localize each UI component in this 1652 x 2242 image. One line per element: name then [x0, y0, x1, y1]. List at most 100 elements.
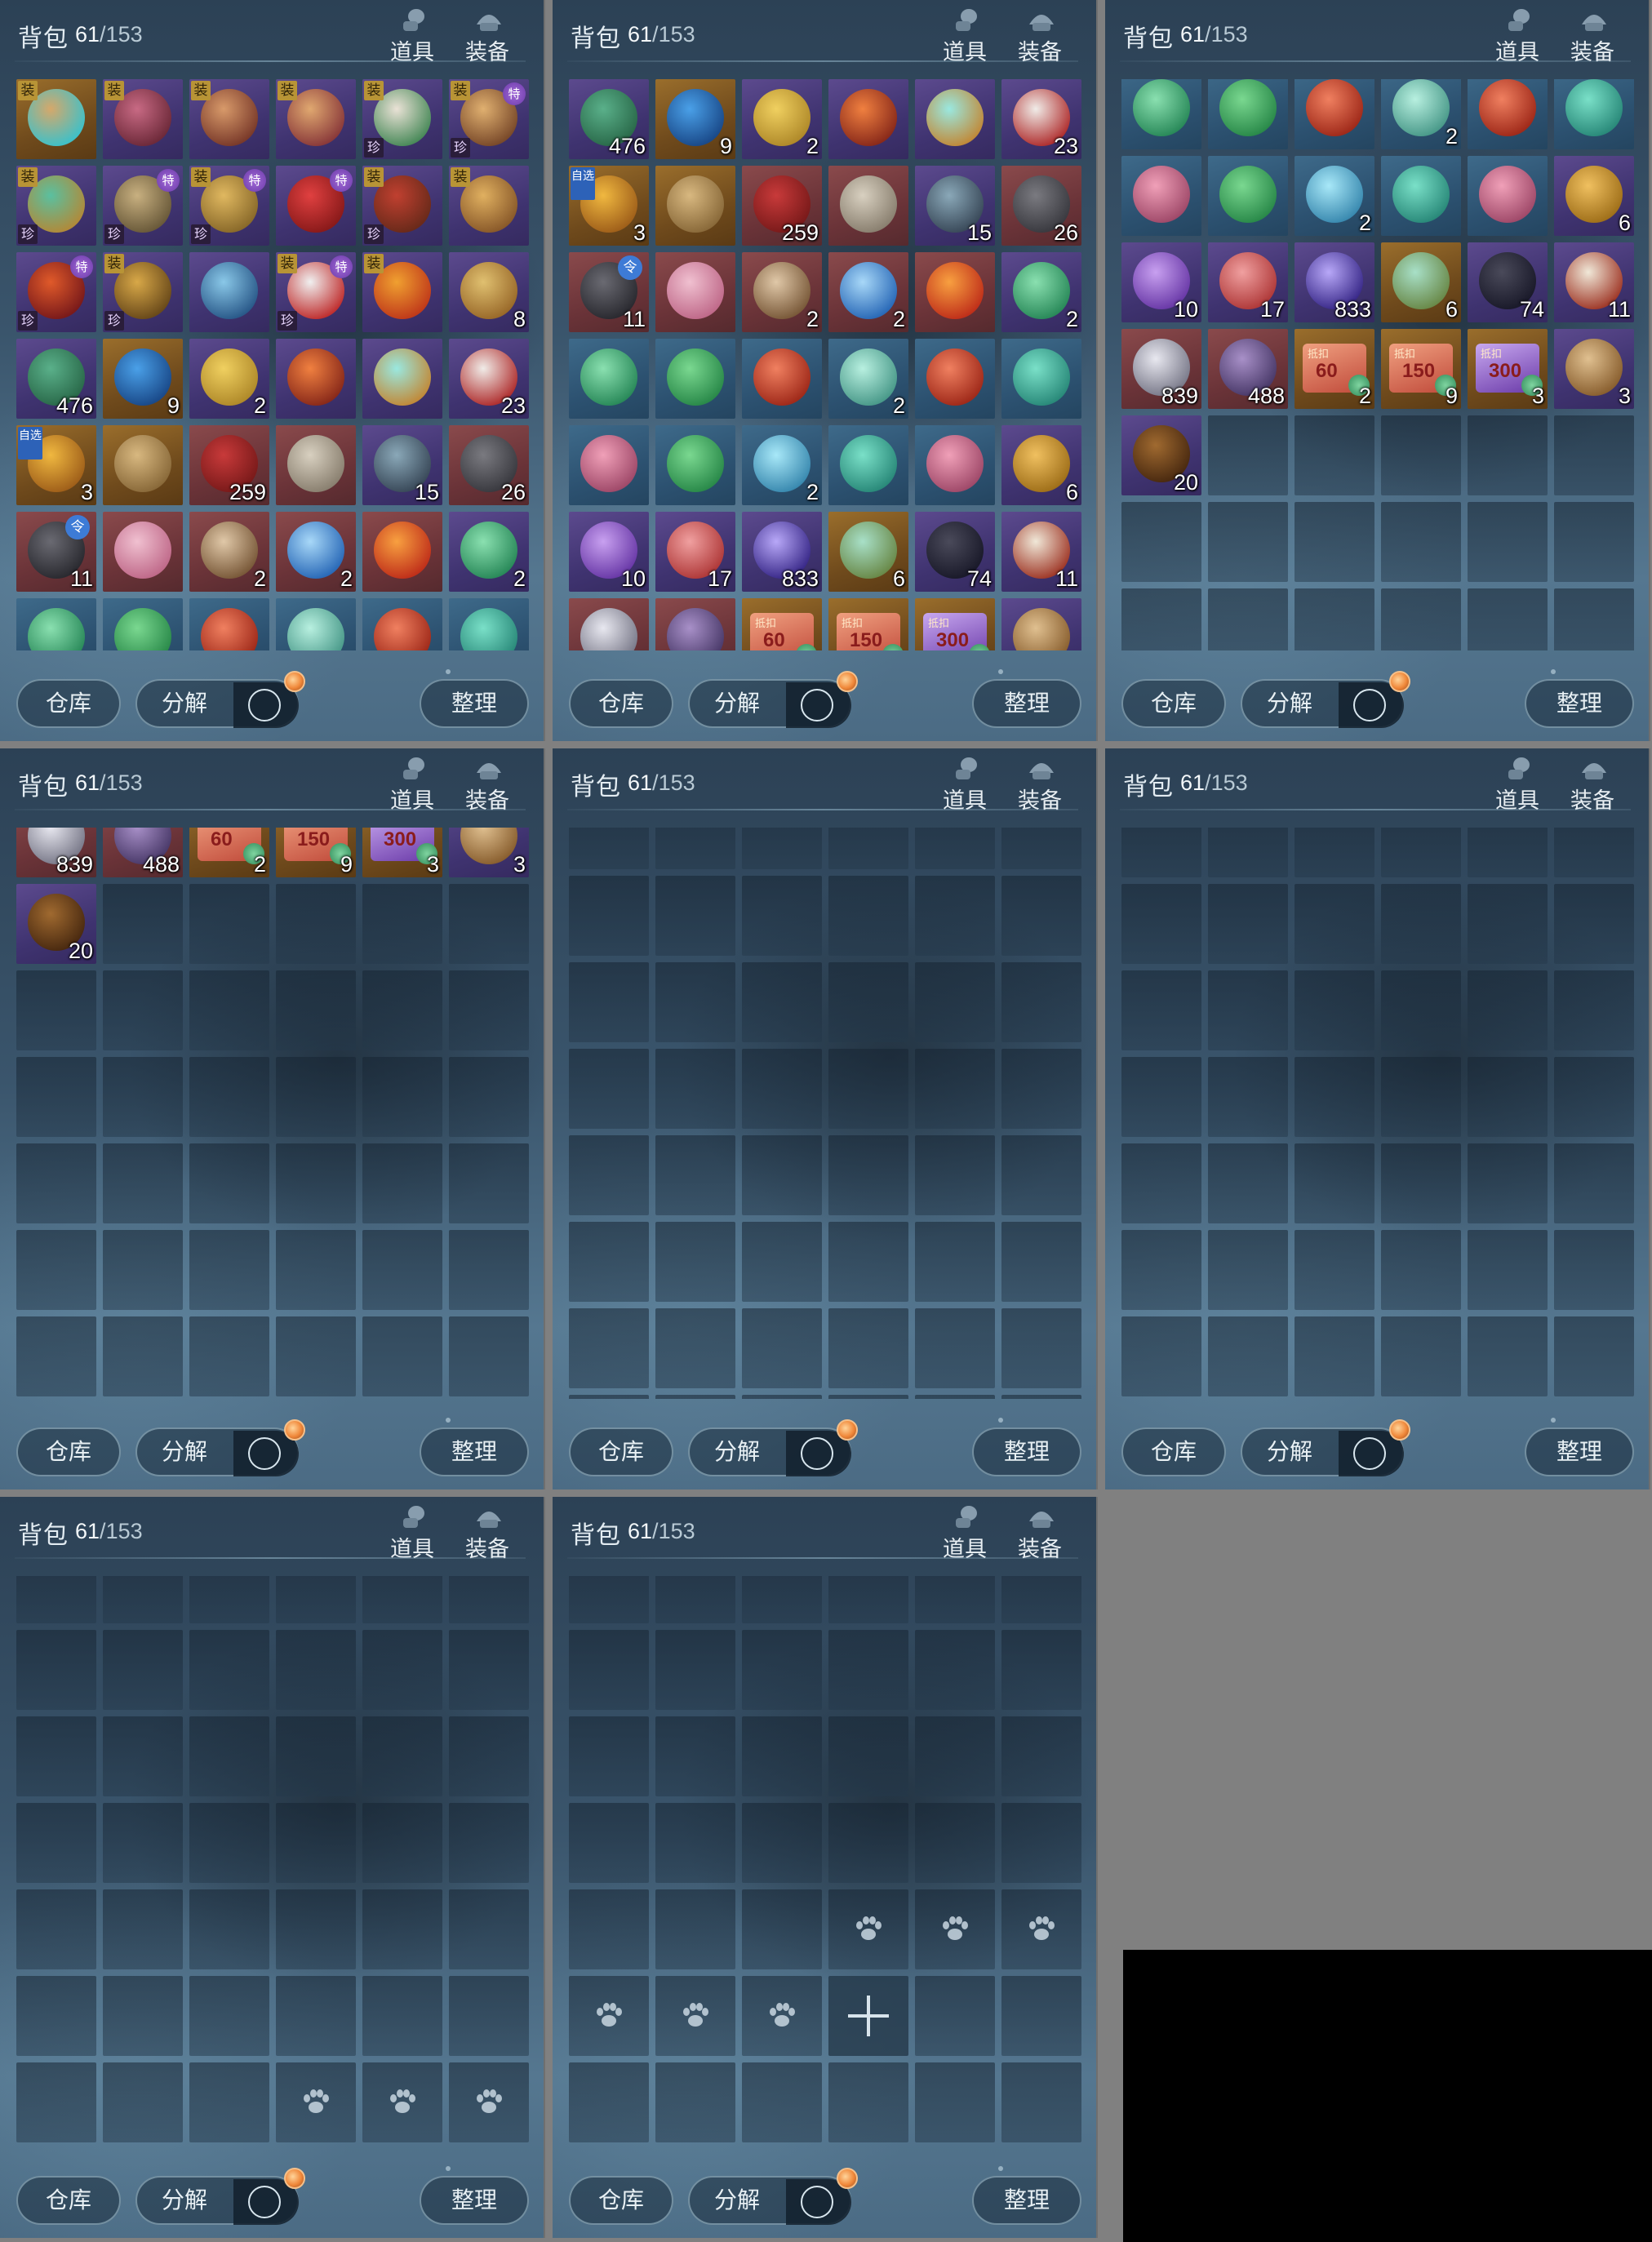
pet-slot[interactable]	[1001, 1889, 1081, 1969]
inventory-item[interactable]: 抵扣3003	[1468, 329, 1548, 409]
empty-slot[interactable]	[1121, 1230, 1201, 1310]
inventory-item[interactable]: 装	[449, 166, 529, 246]
empty-slot[interactable]	[828, 1630, 908, 1710]
empty-slot[interactable]	[915, 1308, 995, 1388]
empty-slot[interactable]	[189, 1716, 269, 1796]
empty-slot[interactable]	[362, 1057, 442, 1137]
inventory-item[interactable]: 11	[1001, 512, 1081, 592]
empty-slot[interactable]	[1001, 1803, 1081, 1883]
empty-slot[interactable]	[1295, 502, 1374, 582]
inventory-item[interactable]	[189, 252, 269, 332]
pet-slot[interactable]	[362, 2062, 442, 2142]
inventory-item[interactable]: 10	[1121, 242, 1201, 322]
empty-slot[interactable]	[103, 970, 183, 1050]
empty-slot[interactable]	[915, 962, 995, 1042]
empty-slot[interactable]	[1554, 415, 1634, 495]
inventory-item[interactable]: 2	[189, 339, 269, 419]
decompose-button[interactable]: 分解	[135, 671, 305, 728]
empty-slot[interactable]	[1208, 415, 1288, 495]
auto-decompose-toggle[interactable]	[786, 671, 858, 728]
empty-slot[interactable]	[1208, 588, 1288, 650]
empty-slot[interactable]	[915, 1049, 995, 1129]
empty-slot[interactable]	[16, 2062, 96, 2142]
empty-slot[interactable]	[1381, 828, 1461, 877]
empty-slot[interactable]	[915, 1716, 995, 1796]
empty-slot[interactable]	[655, 1222, 735, 1302]
empty-slot[interactable]	[742, 1889, 822, 1969]
inventory-item[interactable]: 476	[16, 339, 96, 419]
inventory-item[interactable]: 2	[1295, 156, 1374, 236]
add-slot-button[interactable]	[828, 1976, 908, 2056]
empty-slot[interactable]	[742, 1135, 822, 1215]
inventory-item[interactable]: 26	[1001, 166, 1081, 246]
pet-slot[interactable]	[276, 2062, 356, 2142]
pet-slot[interactable]	[915, 1889, 995, 1969]
inventory-item[interactable]	[655, 252, 735, 332]
inventory-item[interactable]: 2	[742, 425, 822, 505]
inventory-item[interactable]	[1295, 79, 1374, 149]
empty-slot[interactable]	[1554, 1143, 1634, 1223]
empty-slot[interactable]	[915, 1803, 995, 1883]
sort-button[interactable]: 整理	[972, 679, 1081, 728]
inventory-item[interactable]: 装珍	[16, 166, 96, 246]
tab-equipment[interactable]: 装备	[1567, 5, 1618, 65]
empty-slot[interactable]	[742, 1576, 822, 1623]
empty-slot[interactable]	[655, 2062, 735, 2142]
warehouse-button[interactable]: 仓库	[569, 1427, 673, 1476]
empty-slot[interactable]	[1001, 1308, 1081, 1388]
warehouse-button[interactable]: 仓库	[569, 679, 673, 728]
empty-slot[interactable]	[449, 1316, 529, 1396]
empty-slot[interactable]	[915, 828, 995, 869]
empty-slot[interactable]	[16, 1976, 96, 2056]
empty-slot[interactable]	[1001, 962, 1081, 1042]
empty-slot[interactable]	[1208, 884, 1288, 964]
empty-slot[interactable]	[569, 1395, 649, 1399]
empty-slot[interactable]	[1554, 828, 1634, 877]
inventory-item[interactable]: 11	[1554, 242, 1634, 322]
inventory-item[interactable]: 2	[449, 512, 529, 592]
empty-slot[interactable]	[915, 1630, 995, 1710]
empty-slot[interactable]	[655, 1576, 735, 1623]
inventory-item[interactable]: 839	[1121, 329, 1201, 409]
inventory-item[interactable]: 抵扣1509	[276, 828, 356, 877]
empty-slot[interactable]	[189, 1230, 269, 1310]
inventory-item[interactable]: 9	[655, 79, 735, 159]
empty-slot[interactable]	[103, 2062, 183, 2142]
empty-slot[interactable]	[1295, 1143, 1374, 1223]
empty-slot[interactable]	[1121, 1143, 1201, 1223]
empty-slot[interactable]	[449, 1230, 529, 1310]
empty-slot[interactable]	[569, 828, 649, 869]
inventory-item[interactable]: 特	[276, 166, 356, 246]
empty-slot[interactable]	[276, 1630, 356, 1710]
inventory-item[interactable]: 抵扣3003	[362, 828, 442, 877]
empty-slot[interactable]	[449, 1143, 529, 1223]
inventory-item[interactable]: 装	[276, 79, 356, 159]
empty-slot[interactable]	[1121, 970, 1201, 1050]
empty-slot[interactable]	[103, 1889, 183, 1969]
inventory-item[interactable]	[1554, 79, 1634, 149]
empty-slot[interactable]	[1001, 1222, 1081, 1302]
empty-slot[interactable]	[828, 1576, 908, 1623]
inventory-item[interactable]	[362, 512, 442, 592]
inventory-item[interactable]	[1468, 156, 1548, 236]
decompose-button[interactable]: 分解	[1241, 1419, 1410, 1476]
tab-equipment[interactable]: 装备	[462, 753, 513, 814]
empty-slot[interactable]	[1554, 1316, 1634, 1396]
empty-slot[interactable]	[742, 1308, 822, 1388]
empty-slot[interactable]	[915, 1222, 995, 1302]
empty-slot[interactable]	[1468, 415, 1548, 495]
inventory-item[interactable]: 833	[1295, 242, 1374, 322]
inventory-item[interactable]	[449, 598, 529, 650]
inventory-item[interactable]: 839	[569, 598, 649, 650]
inventory-item[interactable]: 17	[1208, 242, 1288, 322]
empty-slot[interactable]	[276, 1316, 356, 1396]
empty-slot[interactable]	[655, 962, 735, 1042]
inventory-item[interactable]: 抵扣1509	[1381, 329, 1461, 409]
pet-slot[interactable]	[655, 1976, 735, 2056]
empty-slot[interactable]	[189, 1630, 269, 1710]
empty-slot[interactable]	[362, 1803, 442, 1883]
empty-slot[interactable]	[828, 1049, 908, 1129]
empty-slot[interactable]	[189, 970, 269, 1050]
empty-slot[interactable]	[1001, 2062, 1081, 2142]
empty-slot[interactable]	[828, 2062, 908, 2142]
